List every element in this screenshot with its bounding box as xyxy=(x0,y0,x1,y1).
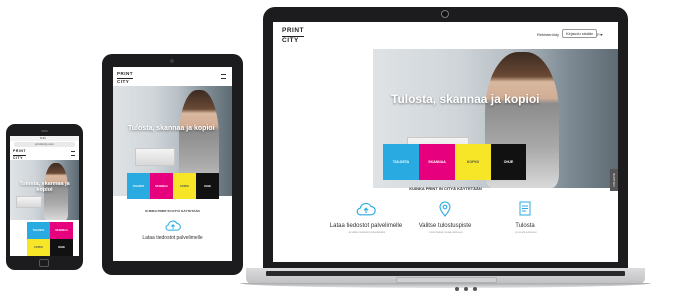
laptop-screen: PRINT CITY Rekisteröidy Kirjaudu sisään F… xyxy=(273,22,618,262)
laptop-action-tiles: TULOSTA SKANNAA KOPIOI OHJE xyxy=(383,144,526,180)
tablet-tile-help[interactable]: OHJE xyxy=(196,173,219,199)
laptop-step-upload: Lataa tiedostot palvelimelle ...ja valit… xyxy=(321,202,411,234)
laptop-keyboard xyxy=(266,271,625,276)
phone-action-tiles: TULOSTA SKANNAA KOPIOI OHJE xyxy=(27,222,73,256)
language-selector[interactable]: FI▾ xyxy=(597,32,603,37)
laptop-hero-title: Tulosta, skannaa ja kopioi xyxy=(391,92,540,106)
phone-tile-help[interactable]: OHJE xyxy=(50,239,73,256)
phone-device: 9:41 printincity.com PRINT CITY Tulosta, … xyxy=(6,124,83,270)
laptop-tile-print[interactable]: TULOSTA xyxy=(383,144,419,180)
phone-hero-title: Tulosta, skannaa ja kopioi xyxy=(19,181,70,193)
chevron-down-icon: ▾ xyxy=(600,32,603,37)
step-upload-sub: ...ja valitse tiedostot tulostettavaksi xyxy=(346,231,386,234)
phone-tile-copy[interactable]: KOPIOI xyxy=(27,239,50,256)
tablet-tile-print[interactable]: TULOSTA xyxy=(127,173,150,199)
laptop-tile-scan[interactable]: SKANNAA xyxy=(419,144,455,180)
carousel-dot-3[interactable] xyxy=(473,287,477,291)
phone-url-text: printincity.com xyxy=(35,142,54,146)
step-location-label: Valitse tulostuspiste xyxy=(418,223,472,229)
phone-tile-print[interactable]: TULOSTA xyxy=(27,222,50,239)
laptop-header: PRINT CITY Rekisteröidy Kirjaudu sisään F… xyxy=(273,22,618,49)
laptop-device: PRINT CITY Rekisteröidy Kirjaudu sisään F… xyxy=(263,7,628,269)
laptop-bottom-edge xyxy=(240,283,651,288)
carousel-dots xyxy=(455,287,477,291)
tablet-hero-printer xyxy=(135,148,175,166)
step-print-sub: ...ja nouda tulosteesi xyxy=(513,231,537,234)
tablet-action-tiles: TULOSTA SKANNAA KOPIOI OHJE xyxy=(127,173,219,199)
laptop-logo[interactable]: PRINT CITY xyxy=(282,27,304,44)
register-link[interactable]: Rekisteröidy xyxy=(537,32,559,37)
laptop-step-print: Tulosta ...ja nouda tulosteesi xyxy=(495,201,555,234)
step-location-sub: ...mistä haluat noutaa tulosteesi xyxy=(427,231,463,234)
tablet-device: PRINT CITY Tulosta, skannaa ja kopioi TUL… xyxy=(102,54,243,275)
laptop-section-title: KUINKA PRINT IN CITYÄ KÄYTETÄÄN xyxy=(409,186,482,191)
phone-status-time: 9:41 xyxy=(40,136,46,140)
location-pin-icon xyxy=(439,201,451,217)
phone-screen: 9:41 printincity.com PRINT CITY Tulosta, … xyxy=(10,136,79,256)
cloud-upload-icon xyxy=(164,220,181,231)
tablet-step-upload: Lataa tiedostot palvelimelle xyxy=(113,220,232,241)
step-upload-label: Lataa tiedostot palvelimelle xyxy=(329,223,403,229)
tablet-screen: PRINT CITY Tulosta, skannaa ja kopioi TUL… xyxy=(113,67,232,261)
tablet-section-title: KUINKA PRINT IN CITYÄ KÄYTETÄÄN xyxy=(145,209,200,213)
tablet-hero-title: Tulosta, skannaa ja kopioi xyxy=(128,125,215,132)
phone-status-bar: 9:41 xyxy=(10,136,79,141)
tablet-camera xyxy=(170,59,174,63)
phone-camera xyxy=(41,130,48,132)
carousel-dot-1[interactable] xyxy=(455,287,459,291)
tablet-menu-icon[interactable] xyxy=(221,74,226,79)
phone-hero-printer xyxy=(16,196,42,208)
feedback-tab-label: PALAUTE xyxy=(612,173,616,187)
step-print-label: Tulosta xyxy=(515,223,535,229)
tablet-tile-copy[interactable]: KOPIOI xyxy=(173,173,196,199)
phone-url-bar[interactable]: printincity.com xyxy=(14,142,75,147)
tablet-logo: PRINT CITY xyxy=(117,71,133,84)
laptop-webcam xyxy=(441,10,449,18)
cloud-upload-icon xyxy=(356,202,376,216)
phone-menu-icon[interactable] xyxy=(71,151,75,156)
phone-home-button[interactable] xyxy=(39,259,49,267)
tablet-tile-scan[interactable]: SKANNAA xyxy=(150,173,173,199)
document-icon xyxy=(519,201,531,216)
phone-logo: PRINT CITY xyxy=(13,149,26,160)
tablet-step-label: Lataa tiedostot palvelimelle xyxy=(142,235,203,241)
laptop-step-location: Valitse tulostuspiste ...mistä haluat no… xyxy=(400,201,490,234)
laptop-tile-help[interactable]: OHJE xyxy=(491,144,526,180)
carousel-dot-2[interactable] xyxy=(464,287,468,291)
laptop-keyboard-deck xyxy=(246,268,645,284)
laptop-tile-copy[interactable]: KOPIOI xyxy=(455,144,491,180)
phone-tile-scan[interactable]: SKANNAA xyxy=(50,222,73,239)
login-button[interactable]: Kirjaudu sisään xyxy=(562,29,598,38)
